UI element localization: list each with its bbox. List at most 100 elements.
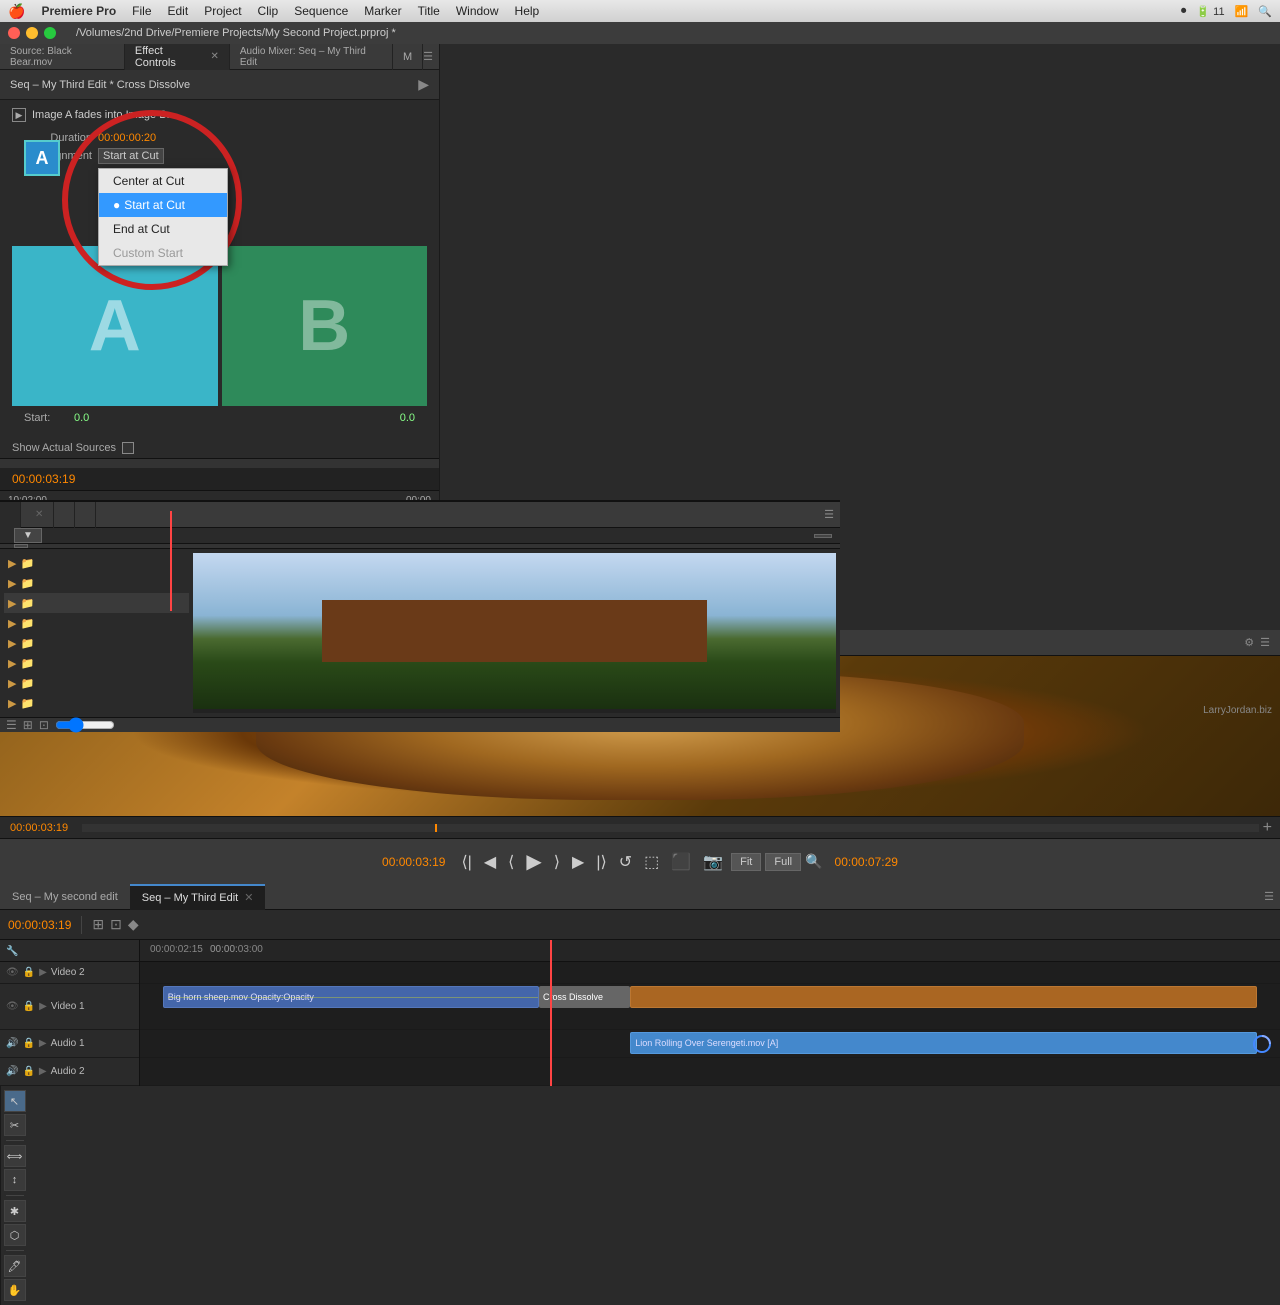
menu-sequence[interactable]: Sequence	[294, 4, 348, 18]
panel-menu-icon[interactable]: ☰	[423, 50, 439, 63]
tab-seq-third-close[interactable]: ✕	[244, 891, 253, 904]
close-button[interactable]	[8, 27, 20, 39]
tool-zoom[interactable]: ✱	[4, 1200, 26, 1222]
te-lock-icon-a1[interactable]: 🔒	[22, 1038, 34, 1049]
pm-play-button[interactable]: ▶	[522, 847, 545, 876]
pm-step-back[interactable]: ◀	[480, 850, 500, 874]
bp-size-slider[interactable]	[55, 719, 115, 731]
pm-step-fwd[interactable]: ▶	[568, 850, 588, 874]
pm-left-timecode[interactable]: 00:00:03:19	[374, 855, 453, 869]
ec-timecode-bottom[interactable]: 00:00:03:19	[0, 468, 439, 490]
tab-seq-third[interactable]: Seq – My Third Edit ✕	[130, 884, 266, 910]
pm-prev-frame[interactable]: ⟨	[504, 850, 518, 874]
menu-file[interactable]: File	[132, 4, 151, 18]
menu-title[interactable]: Title	[418, 4, 440, 18]
te-v1-expand[interactable]: ▶	[39, 1001, 47, 1012]
dropdown-item-center-at-cut[interactable]: Center at Cut	[99, 169, 227, 193]
tab-source[interactable]: Source: Black Bear.mov	[0, 44, 125, 70]
te-lock-icon-v1[interactable]: 🔒	[23, 1001, 35, 1012]
dropdown-item-custom-start[interactable]: Custom Start	[99, 241, 227, 265]
tool-ripple[interactable]: ↕	[4, 1169, 26, 1191]
te-mute-icon-a1[interactable]: 🔊	[6, 1038, 18, 1049]
ec-tab-close[interactable]: ✕	[211, 51, 219, 62]
menu-window[interactable]: Window	[456, 4, 499, 18]
bp-freeform-icon[interactable]: ⊡	[39, 718, 49, 732]
end-value[interactable]: 0.0	[400, 412, 415, 424]
te-magnet-icon[interactable]: ⊡	[110, 916, 122, 933]
menu-help[interactable]: Help	[515, 4, 540, 18]
pm-loop[interactable]: ↺	[615, 850, 636, 874]
dropdown-item-start-at-cut[interactable]: ● Start at Cut	[99, 193, 227, 217]
te-a2-expand[interactable]: ▶	[39, 1066, 47, 1077]
te-wrench-icon[interactable]: 🔧	[6, 946, 18, 957]
te-panel-menu[interactable]: ☰	[1264, 890, 1280, 903]
pm-next-frame[interactable]: ⟩	[550, 850, 564, 874]
pm-overwrite[interactable]: ⬛	[667, 850, 695, 874]
viewas-dropdown[interactable]	[14, 544, 28, 548]
pm-shuttle-right[interactable]: |⟩	[592, 850, 610, 874]
menu-project[interactable]: Project	[204, 4, 241, 18]
tool-slip[interactable]: ⬡	[4, 1224, 26, 1246]
te-lock-icon-a2[interactable]: 🔒	[22, 1066, 34, 1077]
pm-zoom-icon[interactable]: 🔍	[805, 853, 822, 870]
te-timecode[interactable]: 00:00:03:19	[8, 918, 71, 932]
apple-menu[interactable]: 🍎	[8, 3, 25, 20]
pm-shuttle-left[interactable]: ⟨|	[457, 850, 475, 874]
actual-sources-checkbox[interactable]	[122, 442, 134, 454]
ec-expand-arrow[interactable]: ▶	[418, 76, 429, 93]
tool-track-select[interactable]: ⟺	[4, 1145, 26, 1167]
bp-file-item[interactable]: ▶ 📁	[4, 633, 189, 653]
te-snap-icon[interactable]: ⊞	[92, 916, 104, 933]
menu-clip[interactable]: Clip	[258, 4, 279, 18]
tab-audio-mixer[interactable]: Audio Mixer: Seq – My Third Edit	[230, 44, 393, 70]
start-value[interactable]: 0.0	[74, 412, 89, 424]
clip-lion-rolling[interactable]	[630, 986, 1257, 1008]
files-type-dropdown[interactable]	[814, 534, 832, 538]
bp-grid-icon[interactable]: ⊞	[23, 718, 33, 732]
te-marker-icon[interactable]: ◆	[128, 916, 139, 933]
minimize-button[interactable]	[26, 27, 38, 39]
alignment-dropdown[interactable]: Start at Cut	[98, 148, 164, 164]
dropdown-item-end-at-cut[interactable]: End at Cut	[99, 217, 227, 241]
pond5-dropdown[interactable]: ▼	[14, 528, 42, 543]
tab-seq-second[interactable]: Seq – My second edit	[0, 884, 130, 910]
menu-edit[interactable]: Edit	[168, 4, 189, 18]
bp-tab-effects[interactable]	[75, 502, 96, 528]
tab-m[interactable]: M	[393, 44, 423, 70]
pm-scrub-bar[interactable]	[82, 824, 1259, 832]
bp-file-item[interactable]: ▶ 📁	[4, 693, 189, 713]
pm-settings-icon[interactable]: ⚙	[1244, 636, 1254, 649]
bp-file-item[interactable]: ▶ 📁	[4, 613, 189, 633]
bp-file-item[interactable]: ▶ 📁	[4, 653, 189, 673]
tool-razor[interactable]: ✂	[4, 1114, 26, 1136]
te-eye-icon-v1[interactable]: 👁	[6, 1001, 19, 1012]
tool-select[interactable]: ↖	[4, 1090, 26, 1112]
pm-fit-dropdown[interactable]: Fit	[731, 853, 761, 871]
pm-add-button[interactable]: +	[1263, 819, 1272, 837]
bp-file-item[interactable]: ▶ 📁	[4, 593, 189, 613]
pm-camera[interactable]: 📷	[699, 850, 727, 874]
te-a1-expand[interactable]: ▶	[39, 1038, 47, 1049]
pm-insert[interactable]: ⬚	[640, 850, 663, 874]
media-browser-close[interactable]: ✕	[35, 509, 43, 520]
bp-panel-menu[interactable]: ☰	[824, 508, 840, 521]
tool-pen[interactable]: 🖊	[4, 1255, 26, 1277]
bp-tab-project[interactable]	[0, 502, 21, 528]
bp-tab-media-browser[interactable]: ✕	[21, 502, 54, 528]
clip-cross-dissolve[interactable]: Cross Dissolve	[539, 986, 630, 1008]
fullscreen-button[interactable]	[44, 27, 56, 39]
menu-marker[interactable]: Marker	[364, 4, 401, 18]
clip-audio-lion[interactable]: Lion Rolling Over Serengeti.mov [A]	[630, 1032, 1257, 1054]
te-lock-icon-v2[interactable]: 🔒	[23, 967, 35, 978]
ec-horizontal-scrollbar[interactable]	[0, 458, 439, 468]
bp-list-icon[interactable]: ☰	[6, 718, 17, 732]
te-eye-icon-v2[interactable]: 👁	[6, 967, 19, 978]
clip-big-horn-sheep[interactable]: Big horn sheep.mov Opacity:Opacity	[163, 986, 539, 1008]
bp-file-item[interactable]: ▶ 📁	[4, 553, 189, 573]
pm-panel-menu-icon[interactable]: ☰	[1260, 636, 1270, 649]
play-button[interactable]: ▶	[12, 108, 26, 122]
duration-value[interactable]: 00:00:00:20	[98, 132, 156, 144]
te-ruler[interactable]: 00:00:02:15 00:00:03:00 00:00:	[140, 940, 1280, 962]
te-mute-icon-a2[interactable]: 🔊	[6, 1066, 18, 1077]
pm-full-dropdown[interactable]: Full	[765, 853, 801, 871]
